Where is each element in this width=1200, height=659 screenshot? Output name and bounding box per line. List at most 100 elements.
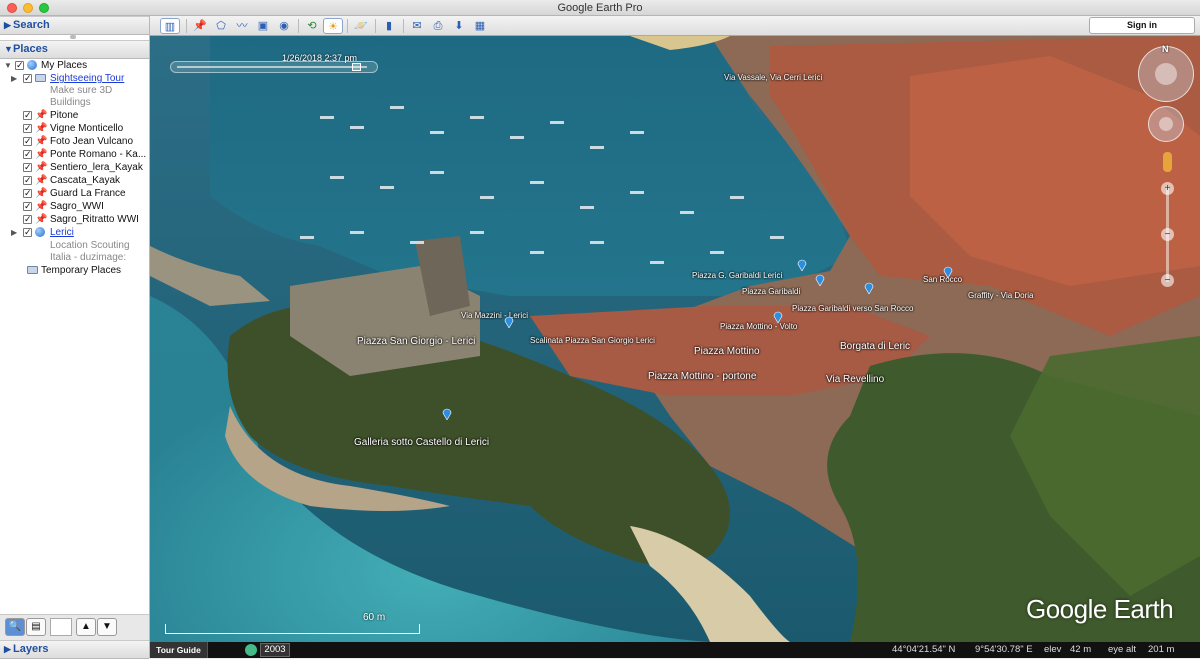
globe-icon: [27, 60, 37, 70]
imagery-year-label[interactable]: 2003: [260, 643, 290, 657]
tree-item-temporary-places[interactable]: Temporary Places: [0, 264, 149, 277]
tree-item-my-places[interactable]: ▼ My Places: [0, 59, 149, 72]
visibility-checkbox[interactable]: [23, 200, 32, 213]
yellow-pushpin-icon: 📌: [35, 136, 48, 147]
add-path-button[interactable]: 〰: [232, 18, 252, 34]
visibility-checkbox[interactable]: [23, 174, 32, 187]
visibility-checkbox[interactable]: [23, 122, 32, 135]
sunlight-button[interactable]: ☀: [323, 18, 343, 34]
map-label[interactable]: Via Mazzini - Lerici: [461, 311, 528, 320]
places-panel-header[interactable]: ▼Places: [0, 40, 149, 59]
north-indicator[interactable]: N: [1162, 44, 1169, 54]
add-image-overlay-button[interactable]: ▣: [253, 18, 273, 34]
disclosure-right-icon: ▶: [4, 20, 11, 30]
placemark-pin-icon[interactable]: [864, 282, 874, 294]
tree-item-placemark[interactable]: 📌 Foto Jean Vulcano: [0, 135, 149, 148]
move-down-button[interactable]: ▼: [97, 618, 117, 636]
places-tree: ▼ My Places ▶ Sightseeing Tour Make sure…: [0, 58, 149, 598]
visibility-checkbox[interactable]: [23, 161, 32, 174]
panel-resize-handle[interactable]: [70, 35, 76, 39]
time-slider-knob[interactable]: [352, 63, 361, 71]
map-label[interactable]: Galleria sotto Castello di Lerici: [354, 437, 489, 448]
tree-item-placemark[interactable]: 📌 Ponte Romano - Ka...: [0, 148, 149, 161]
visibility-checkbox[interactable]: [23, 187, 32, 200]
historical-imagery-icon[interactable]: [245, 644, 257, 656]
tree-item-placemark[interactable]: 📌 Pitone: [0, 109, 149, 122]
save-image-button[interactable]: ⬇: [449, 18, 469, 34]
print-button[interactable]: ⎙: [428, 18, 448, 34]
layers-panel-header[interactable]: ▶ Layers: [0, 640, 149, 659]
visibility-checkbox[interactable]: [23, 213, 32, 226]
map-label[interactable]: Via Vassale, Via Cerri Lerici: [724, 73, 822, 82]
street-view-pegman-icon[interactable]: [1163, 152, 1172, 172]
zoom-out-button[interactable]: −: [1161, 274, 1174, 287]
switch-planet-button[interactable]: 🪐: [351, 18, 371, 34]
eye-icon[interactable]: [1155, 63, 1177, 85]
map-label[interactable]: Graffity - Via Doria: [968, 291, 1034, 300]
placemark-pin-icon[interactable]: [797, 259, 807, 271]
visibility-checkbox[interactable]: [23, 135, 32, 148]
sidebar-toggle-button[interactable]: ▥: [160, 18, 180, 34]
map-label[interactable]: Piazza G. Garibaldi Lerici: [692, 271, 782, 280]
visibility-checkbox[interactable]: [23, 72, 32, 85]
folder-icon: [27, 266, 38, 274]
search-places-button[interactable]: 🔍: [5, 618, 25, 636]
placemark-pin-icon[interactable]: [773, 311, 783, 323]
tree-item-placemark[interactable]: 📌 Guard La France: [0, 187, 149, 200]
tree-item-label: Foto Jean Vulcano: [50, 136, 134, 147]
placemark-pin-icon[interactable]: [815, 274, 825, 286]
scale-label: 60 m: [363, 612, 386, 623]
move-up-button[interactable]: ▲: [76, 618, 96, 636]
placemark-pin-icon[interactable]: [442, 408, 452, 420]
places-filter-field[interactable]: [50, 618, 72, 636]
record-tour-button[interactable]: ◉: [274, 18, 294, 34]
add-placemark-button[interactable]: 📌: [190, 18, 210, 34]
zoom-in-button[interactable]: +: [1161, 182, 1174, 195]
window-title: Google Earth Pro: [557, 2, 643, 14]
add-polygon-button[interactable]: ⬠: [211, 18, 231, 34]
email-button[interactable]: ✉: [407, 18, 427, 34]
tree-item-label[interactable]: Lerici: [50, 226, 74, 239]
view-in-maps-button[interactable]: ▦: [470, 18, 490, 34]
map-label[interactable]: Via Revellino: [826, 374, 884, 385]
disclosure-down-icon[interactable]: ▼: [4, 59, 12, 72]
disclosure-right-icon[interactable]: ▶: [11, 72, 17, 85]
search-panel-header[interactable]: ▶ Search: [0, 16, 149, 35]
map-label[interactable]: Borgata di Leric: [840, 341, 910, 352]
visibility-checkbox[interactable]: [15, 59, 24, 72]
tree-item-placemark[interactable]: 📌 Cascata_Kayak: [0, 174, 149, 187]
disclosure-right-icon[interactable]: ▶: [11, 226, 17, 239]
main-toolbar: ▥ 📌 ⬠ 〰 ▣ ◉ ⟲ ☀ 🪐 ▮ ✉ ⎙ ⬇ ▦ Sign in: [150, 16, 1200, 36]
map-label[interactable]: Scalinata Piazza San Giorgio Lerici: [530, 336, 655, 345]
map-label[interactable]: Piazza San Giorgio - Lerici: [357, 336, 475, 347]
map-view[interactable]: 1/26/2018 2:37 pm Via Vassale, Via Cerri…: [150, 36, 1200, 642]
time-slider[interactable]: [170, 61, 378, 73]
map-label[interactable]: Piazza Garibaldi verso San Rocco: [792, 304, 913, 313]
sign-in-button[interactable]: Sign in: [1089, 17, 1195, 34]
ruler-button[interactable]: ▮: [379, 18, 399, 34]
tour-guide-button[interactable]: Tour Guide: [150, 642, 208, 658]
toolbar-divider: [186, 19, 187, 33]
elevation-value: 42 m: [1070, 644, 1092, 655]
map-label[interactable]: Piazza Mottino: [694, 346, 760, 357]
tree-item-placemark[interactable]: 📌 Vigne Monticello: [0, 122, 149, 135]
map-label[interactable]: Piazza Mottino - portone: [648, 371, 756, 382]
historical-imagery-button[interactable]: ⟲: [302, 18, 322, 34]
visibility-checkbox[interactable]: [23, 226, 32, 239]
visibility-checkbox[interactable]: [23, 148, 32, 161]
map-label[interactable]: Piazza Garibaldi: [742, 287, 800, 296]
tree-item-placemark[interactable]: 📌 Sagro_Ritratto WWI: [0, 213, 149, 226]
toolbar-divider: [298, 19, 299, 33]
map-label[interactable]: Piazza Mottino - Volto: [720, 322, 797, 331]
placemark-pin-icon[interactable]: [943, 266, 953, 278]
visibility-checkbox[interactable]: [23, 109, 32, 122]
tree-item-lerici[interactable]: ▶ Lerici: [0, 226, 149, 239]
tree-item-placemark[interactable]: 📌 Sagro_WWI: [0, 200, 149, 213]
tree-item-placemark[interactable]: 📌 Sentiero_lera_Kayak: [0, 161, 149, 174]
tree-item-label: Temporary Places: [41, 265, 122, 276]
hand-icon[interactable]: [1159, 117, 1173, 131]
toggle-view-button[interactable]: ▤: [26, 618, 46, 636]
yellow-pushpin-icon: 📌: [35, 123, 48, 134]
placemark-pin-icon[interactable]: [504, 316, 514, 328]
zoom-slider-knob[interactable]: −: [1161, 228, 1174, 241]
